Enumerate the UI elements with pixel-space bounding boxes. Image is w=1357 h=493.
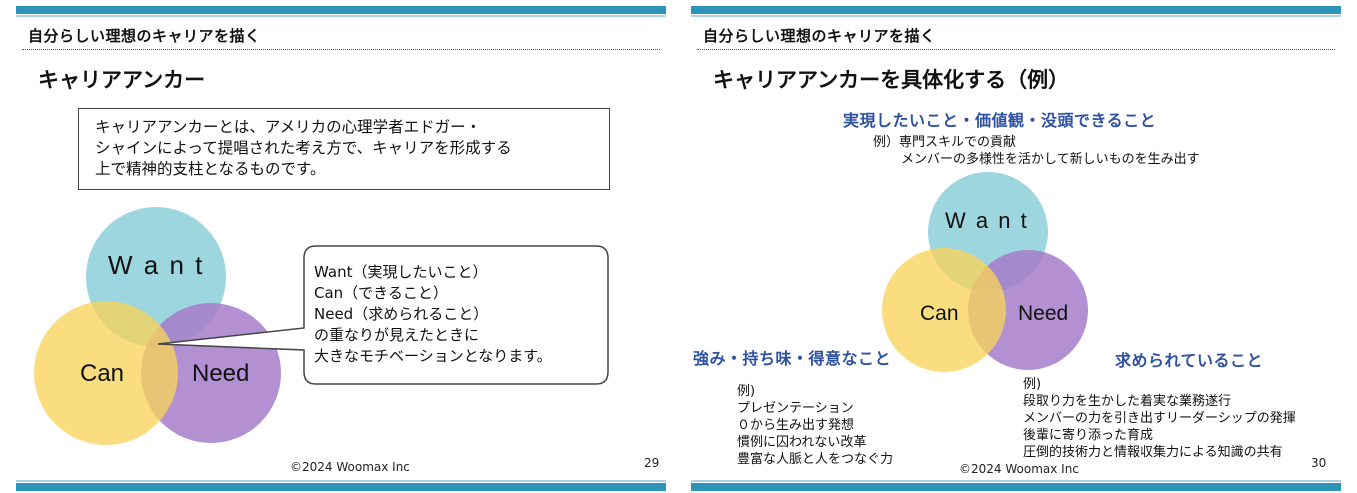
example-line: 豊富な人脈と人をつなぐ力 [737, 452, 894, 467]
bottom-accent-line [16, 480, 666, 482]
copyright: ©2024 Woomax Inc [959, 462, 1079, 476]
callout-line: 大きなモチベーションとなります。 [314, 347, 552, 365]
section-title: 自分らしい理想のキャリアを描く [703, 27, 936, 45]
definition-line: キャリアアンカーとは、アメリカの心理学者エドガー・ [95, 118, 482, 136]
venn-diagram [882, 172, 1088, 372]
example-line: 例）専門スキルでの貢献 [873, 135, 1017, 150]
can-examples: 例) プレゼンテーション ０から生み出す発想 慣例に囚われない改革 豊富な人脈と… [737, 383, 893, 468]
top-accent-bar [691, 6, 1341, 14]
callout-text: Want（実現したいこと） Can（できること） Need（求められること） の… [314, 262, 552, 367]
example-line: 慣例に囚われない改革 [737, 435, 867, 450]
bottom-accent-bar [16, 483, 666, 491]
example-line: 例) [737, 384, 756, 399]
slide-title: キャリアアンカーを具体化する（例） [713, 68, 1070, 92]
can-label: Can [80, 360, 125, 387]
definition-line: シャインによって提唱された考え方で、キャリアを形成する [95, 139, 512, 157]
example-line: メンバーの力を引き出すリーダーシップの発揮 [1023, 411, 1296, 426]
can-heading: 強み・持ち味・得意なこと [693, 349, 892, 368]
example-line: プレゼンテーション [737, 401, 854, 416]
want-label: W a n t [945, 208, 1029, 233]
slide-30: 自分らしい理想のキャリアを描く キャリアアンカーを具体化する（例） 実現したいこ… [691, 0, 1341, 493]
example-line: 後輩に寄り添った育成 [1023, 428, 1154, 443]
bottom-accent-bar [691, 483, 1341, 491]
callout-line: Want（実現したいこと） [314, 263, 488, 281]
want-examples: 例）専門スキルでの貢献 メンバーの多様性を活かして新しいものを生み出す [873, 134, 1200, 168]
dotted-divider [697, 49, 1335, 50]
example-line: ０から生み出す発想 [737, 418, 855, 433]
top-accent-line [691, 15, 1341, 17]
callout-line: Can（できること） [314, 284, 448, 302]
definition-box: キャリアアンカーとは、アメリカの心理学者エドガー・ シャインによって提唱された考… [78, 108, 610, 190]
can-label: Can [920, 302, 959, 325]
example-line: 段取り力を生かした着実な業務遂行 [1023, 394, 1232, 409]
section-title: 自分らしい理想のキャリアを描く [28, 27, 261, 45]
callout-line: の重なりが見えたときに [314, 326, 480, 344]
dotted-divider [22, 49, 660, 50]
slide-title: キャリアアンカー [38, 68, 206, 92]
need-label: Need [1018, 302, 1069, 325]
example-line: メンバーの多様性を活かして新しいものを生み出す [901, 152, 1200, 167]
top-accent-bar [16, 6, 666, 14]
need-heading: 求められていること [1115, 351, 1264, 370]
bottom-accent-line [691, 480, 1341, 482]
example-line: 圧倒的技術力と情報収集力による知識の共有 [1023, 445, 1283, 460]
definition-line: 上で精神的支柱となるものです。 [95, 160, 326, 178]
copyright: ©2024 Woomax Inc [290, 460, 410, 474]
page-number: 29 [644, 456, 660, 470]
callout-line: Need（求められること） [314, 305, 489, 323]
example-line: 例) [1023, 377, 1042, 392]
want-heading: 実現したいこと・価値観・没頭できること [843, 111, 1157, 130]
slide-29: 自分らしい理想のキャリアを描く キャリアアンカー キャリアアンカーとは、アメリカ… [16, 0, 666, 493]
page-number: 30 [1311, 456, 1327, 470]
top-accent-line [16, 15, 666, 17]
need-examples: 例) 段取り力を生かした着実な業務遂行 メンバーの力を引き出すリーダーシップの発… [1023, 376, 1296, 461]
